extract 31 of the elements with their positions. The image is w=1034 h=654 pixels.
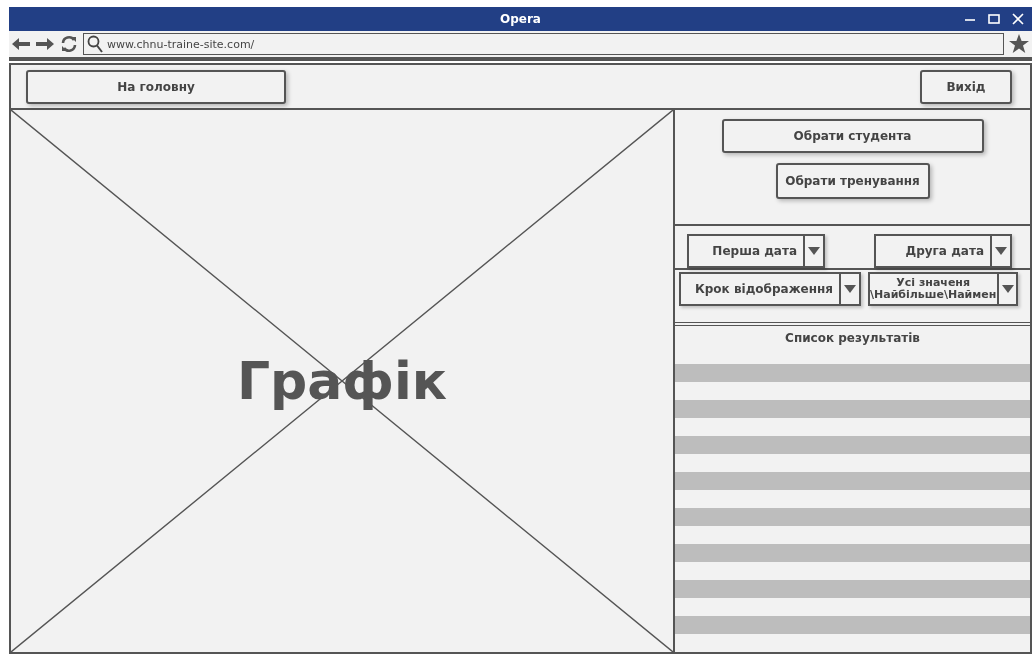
url-text: www.chnu-traine-site.com/ [107,37,255,51]
dropdown[interactable]: Крок відображення [679,272,861,306]
caret-icon [995,247,1007,255]
dropdown[interactable]: Перша дата [687,234,825,268]
home-button[interactable]: На головну [26,69,286,104]
results-title: Список результатів [784,330,921,347]
list-row[interactable] [675,472,1030,490]
window-title: Opera [500,12,541,26]
exit-button[interactable]: Вихід [920,69,1012,104]
search-icon [87,35,103,53]
dropdown[interactable]: Друга дата [874,234,1012,268]
forward-arrow-icon[interactable] [35,37,55,51]
star-icon[interactable] [1008,33,1030,55]
list-row[interactable] [675,544,1030,562]
caret-icon [1001,285,1014,293]
select-button[interactable]: Обрати тренування [775,163,930,199]
address-field[interactable]: www.chnu-traine-site.com/ [83,33,1004,55]
back-arrow-icon[interactable] [11,37,31,51]
list-row[interactable] [675,364,1030,382]
caret-icon [808,247,820,255]
list-row[interactable] [675,436,1030,454]
select-button[interactable]: Обрати студента [721,119,984,153]
reload-icon[interactable] [59,34,79,54]
list-row[interactable] [675,616,1030,634]
dropdown[interactable]: Усі значеня \Найбільше\Наймен [868,272,1018,306]
caret-icon [844,285,856,293]
maximize-icon[interactable] [988,13,1000,25]
list-row[interactable] [675,580,1030,598]
list-row[interactable] [675,400,1030,418]
list-row[interactable] [675,508,1030,526]
close-icon[interactable] [1012,13,1024,25]
